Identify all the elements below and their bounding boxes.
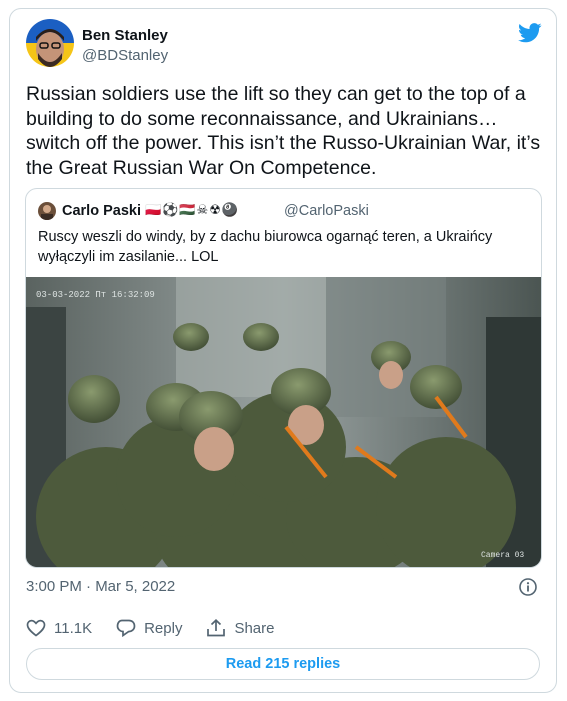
quoted-author-handle[interactable]: @CarloPaski (284, 203, 369, 219)
tweet-timestamp[interactable]: 3:00 PM · Mar 5, 2022 (26, 578, 175, 595)
author-name[interactable]: Ben Stanley (82, 27, 168, 44)
like-button[interactable]: 11.1K (26, 619, 92, 637)
reply-label: Reply (144, 619, 183, 637)
quoted-tweet-text: Ruscy weszli do windy, by z dachu biurow… (38, 229, 493, 265)
author-avatar[interactable] (26, 19, 74, 67)
twitter-bird-icon[interactable] (518, 23, 542, 48)
like-count: 11.1K (54, 619, 93, 637)
quoted-tweet[interactable]: Carlo Paski 🇵🇱⚽🇭🇺☠☢🎱 @CarloPaski Ruscy w… (25, 188, 542, 568)
quoted-media-image[interactable]: 03-03-2022 Пт 16:32:09 Camera 03 (26, 277, 541, 567)
camera-timestamp: 03-03-2022 Пт 16:32:09 (36, 290, 155, 300)
quoted-author-name[interactable]: Carlo Paski (62, 203, 141, 219)
reply-icon (116, 619, 136, 637)
author-handle[interactable]: @BDStanley (82, 47, 168, 64)
share-button[interactable]: Share (206, 619, 274, 637)
reply-button[interactable]: Reply (116, 619, 182, 637)
share-icon (207, 619, 226, 637)
quoted-author-emojis: 🇵🇱⚽🇭🇺☠☢🎱 (145, 202, 240, 217)
tweet-card: Ben Stanley @BDStanley Russian soldiers … (9, 8, 557, 693)
quoted-author-avatar[interactable] (38, 202, 56, 220)
tweet-text: Russian soldiers use the lift so they ca… (26, 83, 541, 179)
read-replies-button[interactable]: Read 215 replies (26, 648, 540, 680)
heart-icon (26, 619, 46, 637)
action-bar: 11.1K Reply Share (26, 619, 298, 637)
camera-label: Camera 03 (481, 551, 524, 560)
share-label: Share (234, 619, 275, 637)
info-icon[interactable] (518, 577, 538, 602)
